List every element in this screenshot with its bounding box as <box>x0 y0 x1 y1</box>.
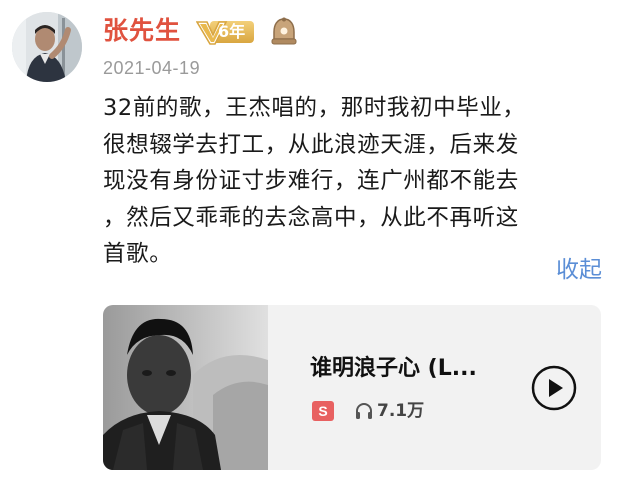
comment-date: 2021-04-19 <box>103 58 201 78</box>
user-avatar[interactable] <box>12 12 82 82</box>
comment-line: ，然后又乖乖的去念高中，从此不再听这 <box>103 204 519 231</box>
source-badge: S <box>312 401 334 421</box>
bell-medal-icon[interactable] <box>268 17 300 47</box>
vip-years-badge: 6年 <box>196 18 256 46</box>
comment-line: 32前的歌，王杰唱的，那时我初中毕业， <box>103 95 526 121</box>
comment-line: 首歌。 <box>103 241 173 267</box>
collapse-link[interactable]: 收起 <box>556 255 602 285</box>
album-cover[interactable] <box>103 305 268 470</box>
headphones-icon <box>354 401 374 421</box>
comment-line: 很想辍学去打工，从此浪迹天涯，后来发 <box>103 131 519 158</box>
comment-line: 现没有身份证寸步难行，连广州都不能去 <box>103 168 519 194</box>
vip-years-text: 6年 <box>218 22 246 41</box>
username[interactable]: 张先生 <box>103 16 181 46</box>
play-count: 7.1万 <box>377 401 425 421</box>
play-button[interactable] <box>531 365 577 411</box>
song-card[interactable]: 谁明浪子心 (L... S 7.1万 <box>103 305 601 470</box>
play-icon <box>531 365 577 411</box>
song-title[interactable]: 谁明浪子心 (L... <box>310 355 477 383</box>
comment-text: 32前的歌，王杰唱的，那时我初中毕业， 很想辍学去打工，从此浪迹天涯，后来发 现… <box>103 90 613 273</box>
